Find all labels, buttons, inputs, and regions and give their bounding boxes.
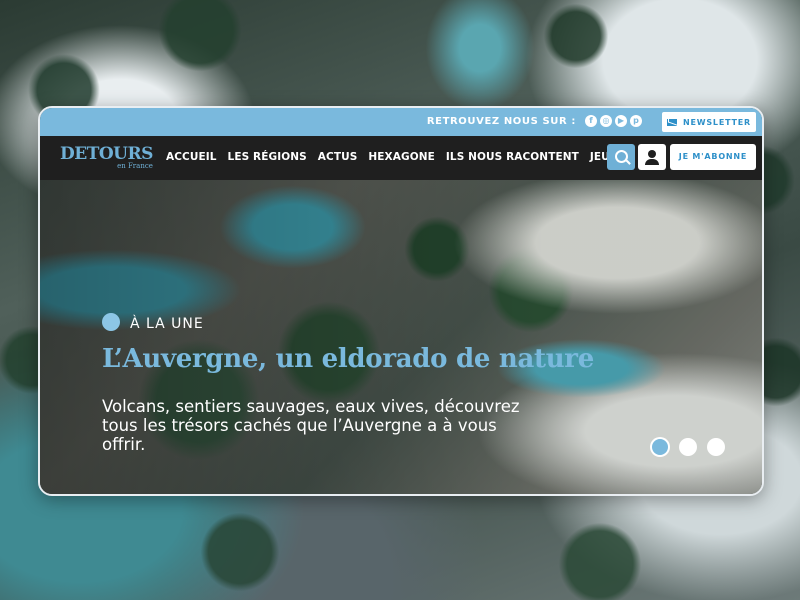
user-icon — [648, 150, 656, 158]
main-menu: ACCUEIL LES RÉGIONS ACTUS HEXAGONE ILS N… — [166, 151, 618, 163]
follow-us-label: RETROUVEZ NOUS SUR : — [426, 116, 576, 127]
kicker-dot — [102, 313, 120, 331]
site-logo[interactable]: DETOURS en France — [60, 144, 153, 171]
youtube-icon[interactable]: ▶ — [615, 115, 627, 127]
logo-wordmark: DETOURS — [60, 144, 153, 164]
slide-dot-1[interactable] — [652, 439, 668, 455]
envelope-icon — [666, 118, 677, 126]
social-links: f ◎ ▶ p — [585, 115, 642, 127]
site-preview-card: RETROUVEZ NOUS SUR : f ◎ ▶ p NEWSLETTER … — [38, 106, 764, 496]
slider-pagination — [652, 438, 725, 456]
newsletter-label: NEWSLETTER — [682, 117, 752, 127]
facebook-icon[interactable]: f — [585, 115, 597, 127]
nav-item-actus[interactable]: ACTUS — [318, 151, 358, 163]
search-button[interactable] — [607, 144, 635, 170]
instagram-icon[interactable]: ◎ — [600, 115, 612, 127]
hero-slider[interactable]: À LA UNE L’Auvergne, un eldorado de natu… — [40, 180, 762, 494]
pinterest-icon[interactable]: p — [630, 115, 642, 127]
slide-dot-2[interactable] — [679, 438, 697, 456]
nav-item-les-regions[interactable]: LES RÉGIONS — [228, 151, 307, 163]
slide-dot-3[interactable] — [707, 438, 725, 456]
main-navbar: DETOURS en France ACCUEIL LES RÉGIONS AC… — [40, 136, 762, 180]
newsletter-button[interactable]: NEWSLETTER — [662, 112, 756, 132]
account-button[interactable] — [638, 144, 666, 170]
subscribe-button[interactable]: JE M'ABONNE — [670, 144, 756, 170]
nav-item-hexagone[interactable]: HEXAGONE — [368, 151, 435, 163]
top-bar: RETROUVEZ NOUS SUR : f ◎ ▶ p NEWSLETTER — [40, 108, 762, 136]
nav-item-accueil[interactable]: ACCUEIL — [166, 151, 217, 163]
hero-excerpt: Volcans, sentiers sauvages, eaux vives, … — [102, 397, 520, 454]
hero-kicker: À LA UNE — [130, 316, 204, 332]
nav-item-ils-nous-racontent[interactable]: ILS NOUS RACONTENT — [446, 151, 579, 163]
hero-title[interactable]: L’Auvergne, un eldorado de nature — [102, 344, 594, 374]
